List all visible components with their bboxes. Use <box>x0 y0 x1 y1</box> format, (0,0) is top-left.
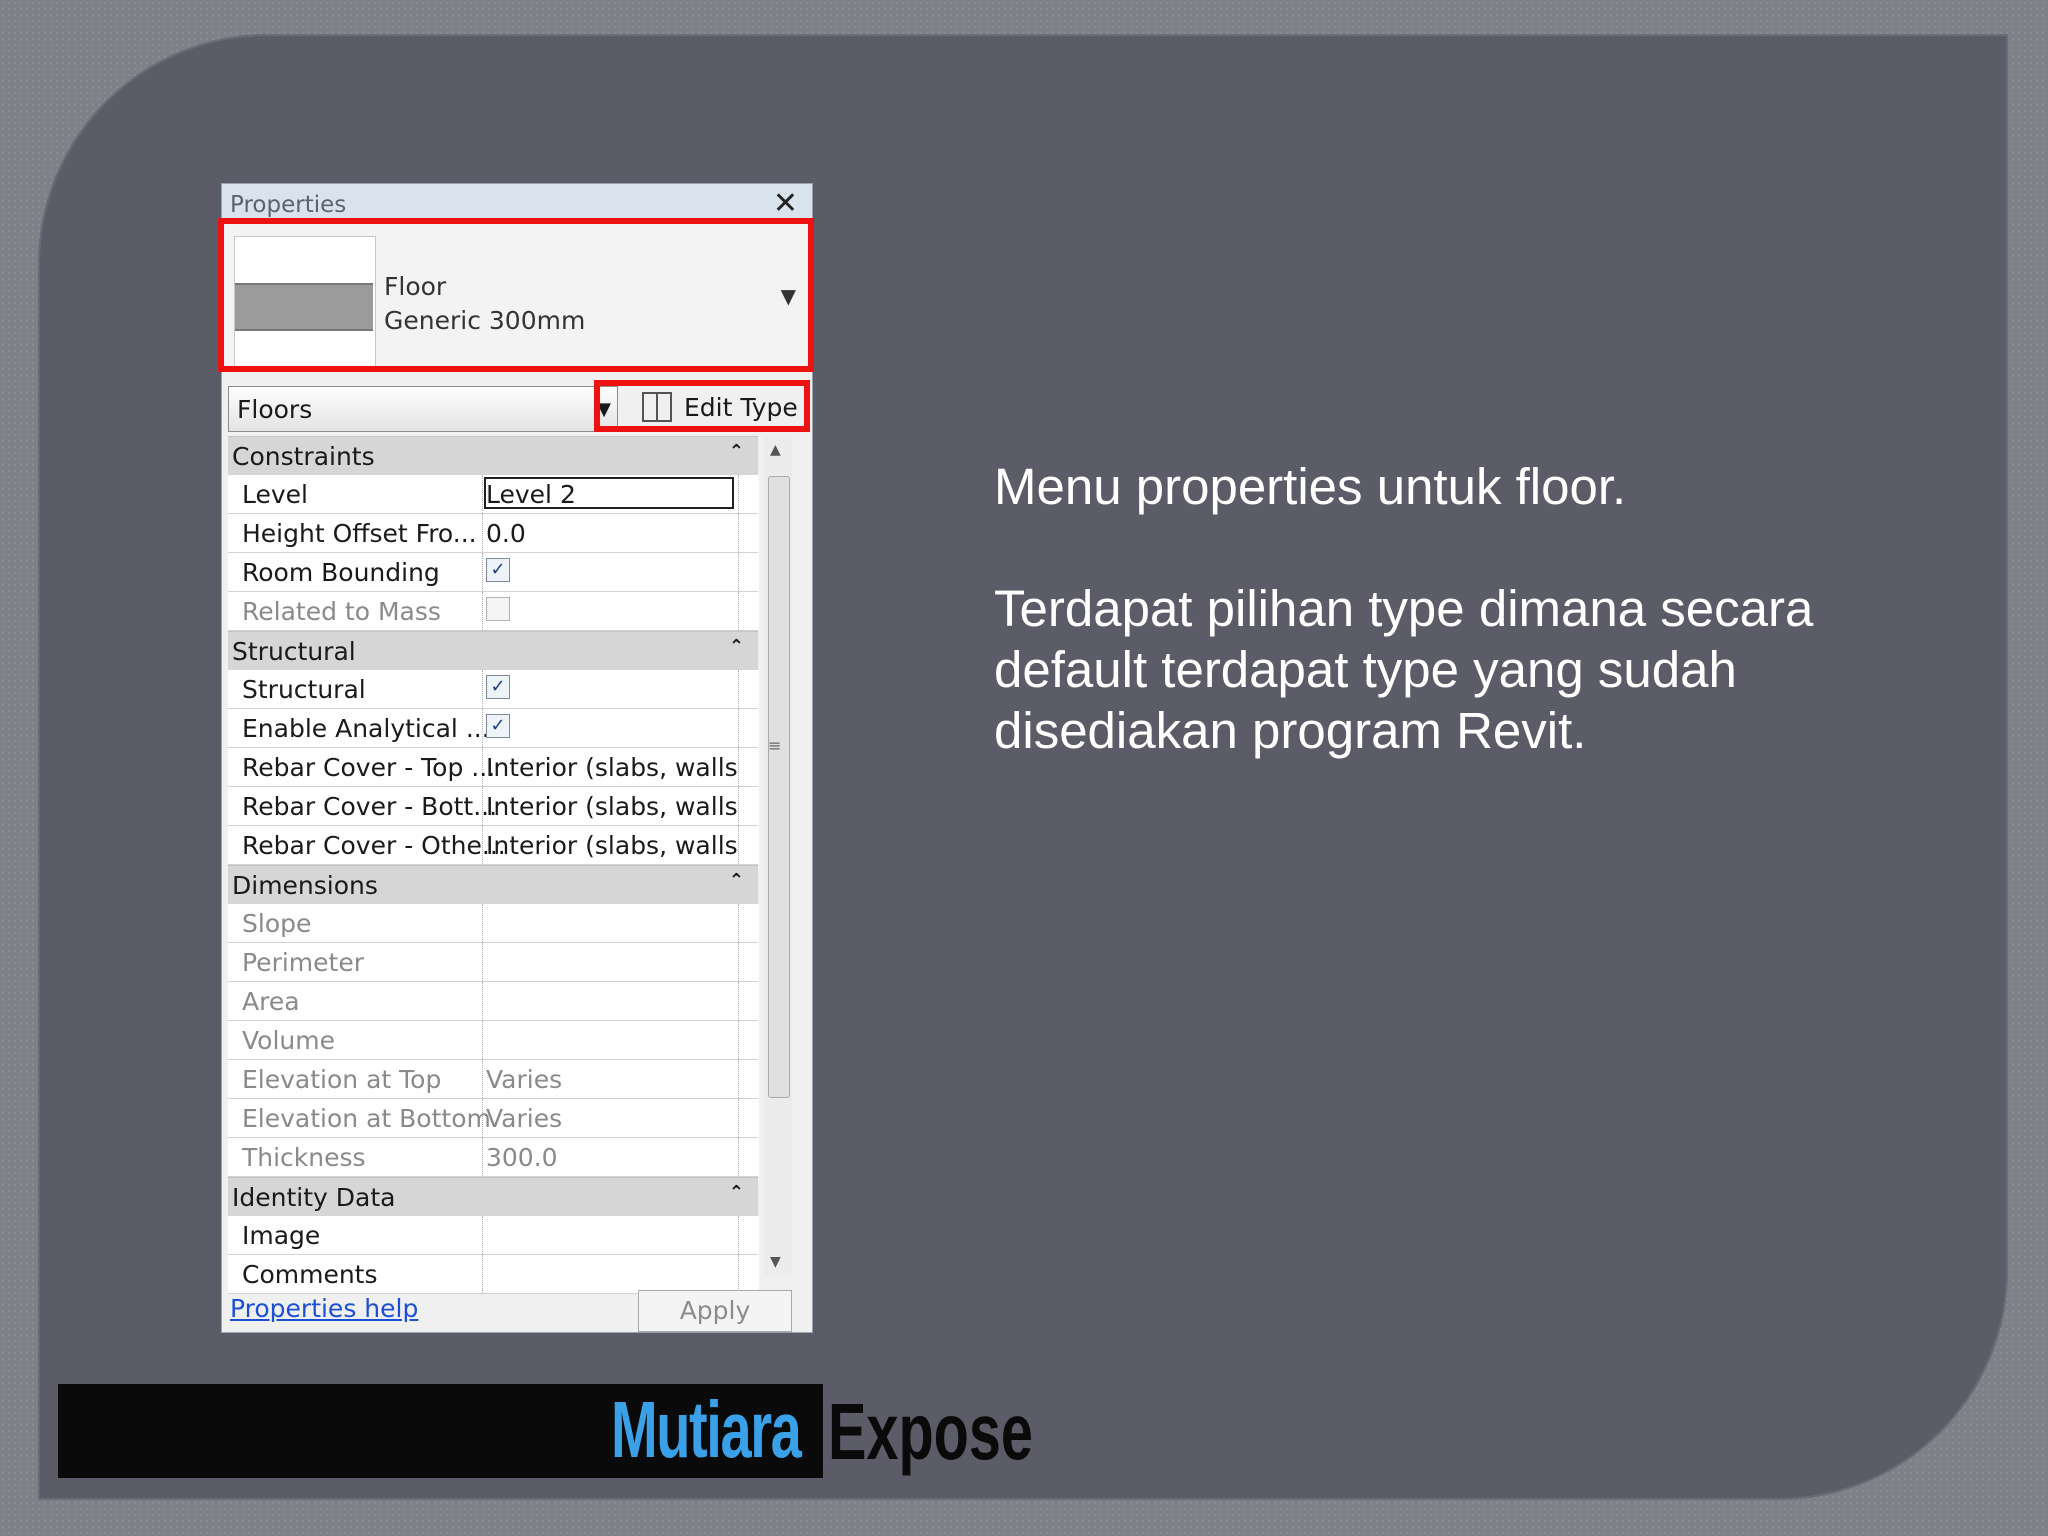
property-name: Image <box>242 1221 321 1250</box>
property-row[interactable]: Elevation at Bottom Varies <box>228 1099 759 1138</box>
properties-grid: Constraints ⌃ Level Level 2 Height Offset Fr… <box>228 436 769 1294</box>
property-value[interactable]: Interior (slabs, walls,... <box>486 753 769 782</box>
panel-titlebar: Properties ✕ <box>222 184 812 222</box>
property-name: Rebar Cover - Othe... <box>242 831 506 860</box>
property-name: Elevation at Bottom <box>242 1104 491 1133</box>
property-name: Rebar Cover - Bott... <box>242 792 498 821</box>
property-checkbox[interactable]: ✓ <box>486 714 510 738</box>
scrollbar[interactable]: ▲ ≡ ▼ <box>764 436 792 1276</box>
property-name: Height Offset Fro... <box>242 519 477 548</box>
property-value[interactable]: Interior (slabs, walls,... <box>486 792 769 821</box>
section-header[interactable]: Dimensions ⌃ <box>228 865 758 904</box>
property-name: Volume <box>242 1026 335 1055</box>
collapse-icon[interactable]: ⌃ <box>729 636 744 657</box>
scroll-up-icon[interactable]: ▲ <box>770 442 781 458</box>
property-row[interactable]: Thickness 300.0 <box>228 1138 759 1177</box>
property-value: 300.0 <box>486 1143 558 1172</box>
property-row[interactable]: Enable Analytical ... ✓ <box>228 709 759 748</box>
property-name: Room Bounding <box>242 558 440 587</box>
scroll-thumb[interactable] <box>768 476 790 1098</box>
section-header[interactable]: Constraints ⌃ <box>228 436 758 475</box>
highlight-edit-type <box>594 380 810 432</box>
panel-title: Properties <box>230 192 347 218</box>
property-row[interactable]: Area <box>228 982 759 1021</box>
property-row[interactable]: Room Bounding ✓ <box>228 553 759 592</box>
property-name: Level <box>242 480 308 509</box>
property-name: Rebar Cover - Top ... <box>242 753 496 782</box>
property-row[interactable]: Structural ✓ <box>228 670 759 709</box>
logo-expose-box: Expose <box>828 1386 1033 1484</box>
collapse-icon[interactable]: ⌃ <box>729 1182 744 1203</box>
property-row[interactable]: Related to Mass <box>228 592 759 631</box>
collapse-icon[interactable]: ⌃ <box>729 870 744 891</box>
property-value[interactable]: 0.0 <box>486 519 526 548</box>
section-label: Structural <box>232 637 356 666</box>
property-row[interactable]: Rebar Cover - Bott... Interior (slabs, wa… <box>228 787 769 826</box>
property-row[interactable]: Slope <box>228 904 759 943</box>
scroll-grip-icon: ≡ <box>768 736 782 755</box>
section-header[interactable]: Identity Data ⌃ <box>228 1177 758 1216</box>
brand-logo: Mutiara <box>58 1384 823 1478</box>
property-name: Comments <box>242 1260 378 1289</box>
property-row[interactable]: Image <box>228 1216 759 1255</box>
property-row[interactable]: Rebar Cover - Top ... Interior (slabs, wa… <box>228 748 769 787</box>
property-name: Thickness <box>242 1143 366 1172</box>
slide-description: Menu properties untuk floor. Terdapat pi… <box>994 456 1894 822</box>
description-line-1: Menu properties untuk floor. <box>994 458 1627 515</box>
property-name: Area <box>242 987 300 1016</box>
property-row[interactable]: Comments <box>228 1255 759 1294</box>
property-value[interactable]: Level 2 <box>486 480 576 509</box>
logo-text-mutiara: Mutiara <box>611 1385 802 1474</box>
properties-panel: Properties ✕ Floor Generic 300mm ▼ Floor… <box>218 183 814 1333</box>
scroll-down-icon[interactable]: ▼ <box>770 1254 781 1270</box>
collapse-icon[interactable]: ⌃ <box>729 441 744 462</box>
property-checkbox[interactable]: ✓ <box>486 558 510 582</box>
highlight-type-selector <box>218 218 814 372</box>
property-value: Varies <box>486 1104 563 1133</box>
property-checkbox[interactable]: ✓ <box>486 675 510 699</box>
property-row[interactable]: Volume <box>228 1021 759 1060</box>
category-filter-label: Floors <box>237 395 313 424</box>
property-name: Related to Mass <box>242 597 441 626</box>
property-row[interactable]: Level Level 2 <box>228 475 759 514</box>
property-checkbox <box>486 597 510 621</box>
property-name: Enable Analytical ... <box>242 714 490 743</box>
property-name: Perimeter <box>242 948 364 977</box>
logo-text-expose: Expose <box>828 1387 1033 1476</box>
property-row[interactable]: Elevation at Top Varies <box>228 1060 759 1099</box>
section-label: Dimensions <box>232 871 378 900</box>
section-header[interactable]: Structural ⌃ <box>228 631 758 670</box>
category-filter-dropdown[interactable]: Floors ▼ <box>228 386 618 432</box>
property-value[interactable]: Interior (slabs, walls,... <box>486 831 769 860</box>
apply-button[interactable]: Apply <box>638 1290 792 1332</box>
property-row[interactable]: Rebar Cover - Othe... Interior (slabs, wa… <box>228 826 769 865</box>
section-label: Constraints <box>232 442 375 471</box>
property-value: Varies <box>486 1065 563 1094</box>
property-row[interactable]: Perimeter <box>228 943 759 982</box>
property-name: Slope <box>242 909 312 938</box>
property-name: Structural <box>242 675 366 704</box>
close-icon[interactable]: ✕ <box>773 186 798 221</box>
section-label: Identity Data <box>232 1183 396 1212</box>
property-row[interactable]: Height Offset Fro... 0.0 <box>228 514 759 553</box>
property-name: Elevation at Top <box>242 1065 442 1094</box>
description-line-2: Terdapat pilihan type dimana secara defa… <box>994 580 1814 759</box>
properties-help-link[interactable]: Properties help <box>230 1294 418 1323</box>
